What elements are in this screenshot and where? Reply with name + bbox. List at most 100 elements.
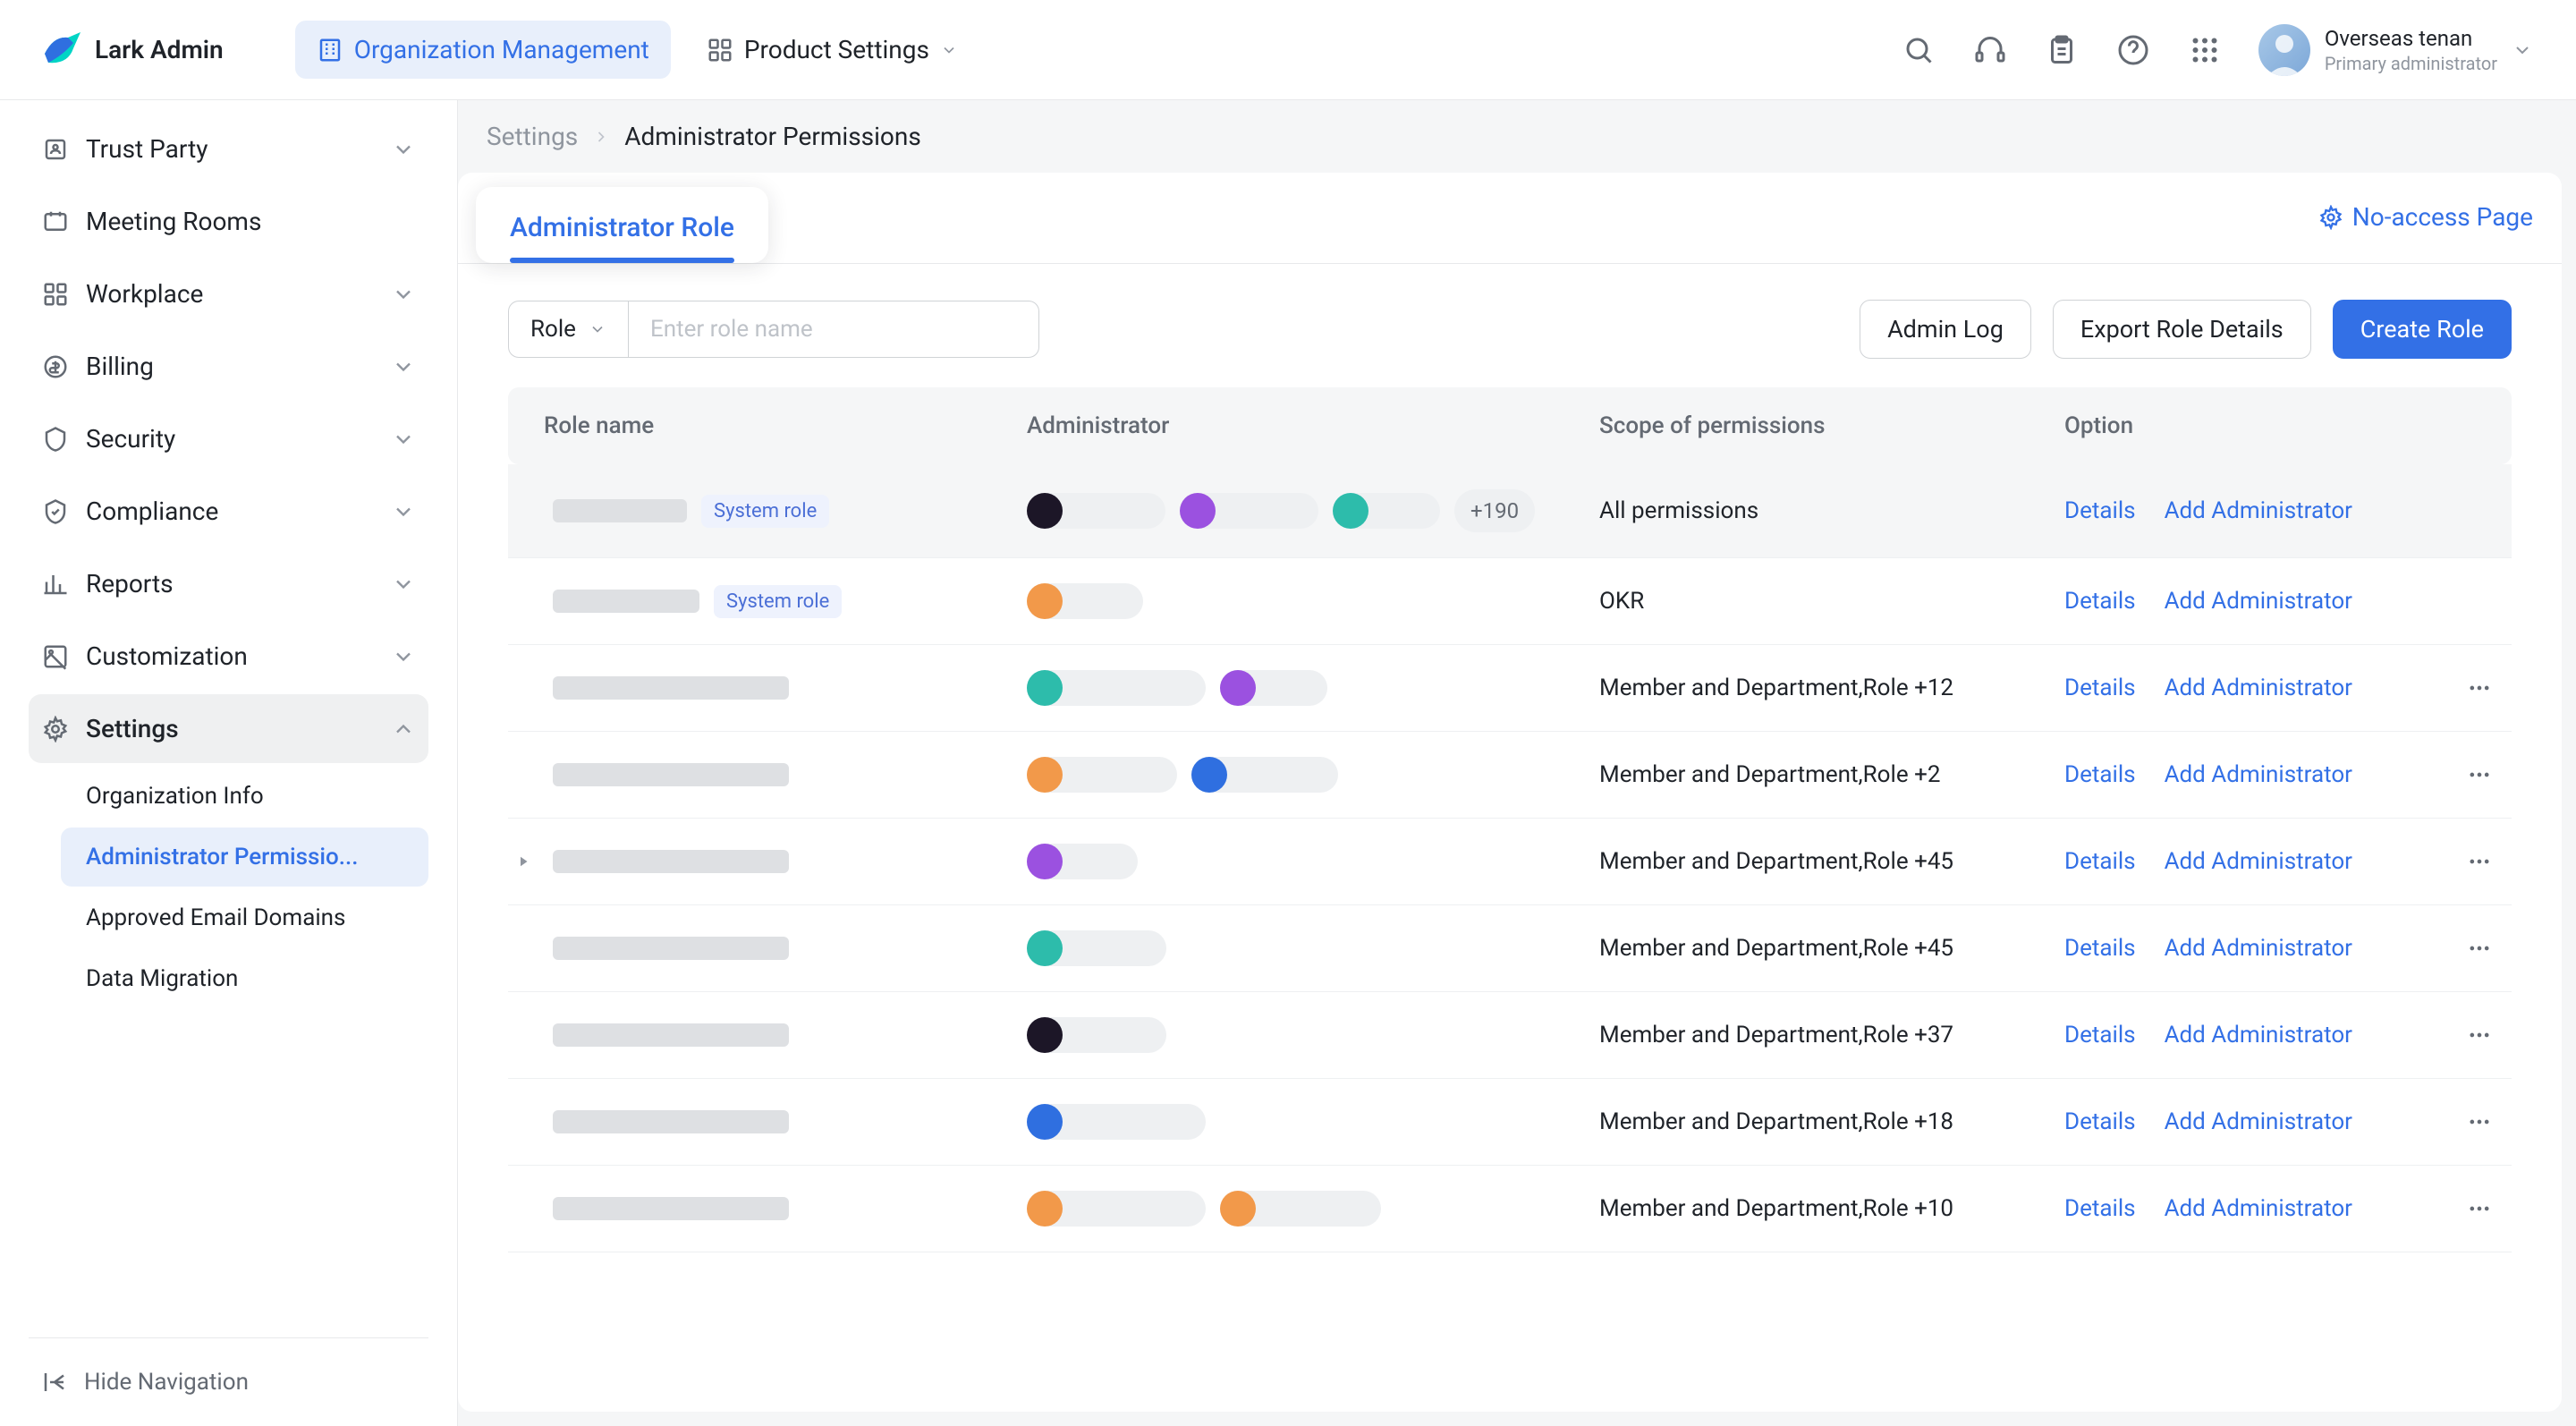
app-name: Lark Admin [95,35,224,64]
details-link[interactable]: Details [2064,1022,2136,1048]
table-row: System role OKR Details Add Administrato… [508,558,2512,645]
details-link[interactable]: Details [2064,935,2136,962]
admin-chip[interactable] [1027,1191,1206,1227]
chevron-down-icon [391,427,416,452]
tab-administrator-role[interactable]: Administrator Role [488,196,756,263]
main-content: Settings Administrator Permissions Admin… [458,100,2576,1426]
add-administrator-link[interactable]: Add Administrator [2165,761,2352,788]
table-row: Member and Department,Role +45 Details A… [508,819,2512,905]
expand-row-icon[interactable] [508,853,538,870]
details-link[interactable]: Details [2064,761,2136,788]
search-icon[interactable] [1901,32,1936,68]
sidebar-item-reports[interactable]: Reports [29,549,428,618]
admin-avatar [1027,583,1063,619]
admin-chip[interactable] [1027,757,1177,793]
role-name-placeholder [553,763,789,786]
admin-chip[interactable] [1027,583,1143,619]
hide-navigation-button[interactable]: Hide Navigation [29,1353,428,1412]
tab-product-settings[interactable]: Product Settings [685,21,979,79]
tab-org-management[interactable]: Organization Management [295,21,671,79]
admin-chip[interactable] [1333,493,1440,529]
admin-log-button[interactable]: Admin Log [1860,300,2031,359]
more-actions-icon[interactable] [2465,849,2494,874]
admin-chip[interactable] [1220,1191,1381,1227]
sidebar-item-workplace[interactable]: Workplace [29,259,428,328]
sidebar-item-trust-party[interactable]: Trust Party [29,115,428,183]
admin-chip[interactable] [1027,493,1165,529]
add-administrator-link[interactable]: Add Administrator [2165,675,2352,701]
sidebar-item-compliance[interactable]: Compliance [29,477,428,546]
admin-chip[interactable] [1027,670,1206,706]
more-actions-icon[interactable] [2465,1023,2494,1048]
more-actions-icon[interactable] [2465,762,2494,787]
admin-chip[interactable] [1027,1104,1206,1140]
more-actions-icon[interactable] [2465,1109,2494,1134]
add-administrator-link[interactable]: Add Administrator [2165,588,2352,615]
details-link[interactable]: Details [2064,675,2136,701]
admin-more-count[interactable]: +190 [1454,489,1535,532]
more-actions-icon[interactable] [2465,675,2494,700]
sidebar-sub-item[interactable]: Administrator Permissio... [61,828,428,887]
app-logo[interactable]: Lark Admin [41,29,224,72]
admin-chip[interactable] [1180,493,1318,529]
role-name-placeholder [553,850,789,873]
export-role-details-button[interactable]: Export Role Details [2053,300,2311,359]
user-name: Overseas tenan [2325,26,2497,51]
sidebar-item-meeting-rooms[interactable]: Meeting Rooms [29,187,428,256]
more-actions-icon[interactable] [2465,1196,2494,1221]
no-access-page-link[interactable]: No-access Page [2318,202,2533,248]
role-name-placeholder [553,937,789,960]
sidebar-item-label: Billing [86,352,375,381]
grid-icon [707,37,733,64]
admin-chip[interactable] [1027,844,1138,879]
system-role-badge: System role [714,585,842,618]
apps-icon[interactable] [2187,32,2223,68]
billing-icon [41,352,70,381]
chevron-down-icon [391,282,416,307]
details-link[interactable]: Details [2064,497,2136,524]
scope-cell: All permissions [1581,464,2046,558]
sidebar-sub-item[interactable]: Organization Info [61,767,428,826]
chevron-down-icon [940,41,958,59]
scope-cell: Member and Department,Role +2 [1581,732,2046,819]
sidebar-item-label: Trust Party [86,134,375,164]
details-link[interactable]: Details [2064,1108,2136,1135]
sidebar-item-billing[interactable]: Billing [29,332,428,401]
add-administrator-link[interactable]: Add Administrator [2165,1195,2352,1222]
admin-chip[interactable] [1220,670,1327,706]
details-link[interactable]: Details [2064,588,2136,615]
headset-icon[interactable] [1972,32,2008,68]
hide-nav-label: Hide Navigation [84,1369,249,1396]
add-administrator-link[interactable]: Add Administrator [2165,1022,2352,1048]
admin-chip[interactable] [1191,757,1338,793]
details-link[interactable]: Details [2064,848,2136,875]
admin-avatar [1027,493,1063,529]
add-administrator-link[interactable]: Add Administrator [2165,497,2352,524]
sidebar-item-customization[interactable]: Customization [29,622,428,691]
sidebar-item-settings[interactable]: Settings [29,694,428,763]
user-role: Primary administrator [2325,53,2497,74]
admin-chip[interactable] [1027,930,1166,966]
details-link[interactable]: Details [2064,1195,2136,1222]
add-administrator-link[interactable]: Add Administrator [2165,935,2352,962]
add-administrator-link[interactable]: Add Administrator [2165,1108,2352,1135]
user-menu[interactable]: Overseas tenan Primary administrator [2258,24,2533,76]
sidebar-sub-item[interactable]: Data Migration [61,949,428,1008]
more-actions-icon[interactable] [2465,936,2494,961]
role-filter-select[interactable]: Role [508,301,628,358]
table-row: Member and Department,Role +18 Details A… [508,1079,2512,1166]
sidebar-item-security[interactable]: Security [29,404,428,473]
chevron-up-icon [391,717,416,742]
admin-chip[interactable] [1027,1017,1166,1053]
breadcrumb-settings[interactable]: Settings [487,122,578,151]
add-administrator-link[interactable]: Add Administrator [2165,848,2352,875]
scope-cell: OKR [1581,558,2046,645]
compliance-icon [41,497,70,526]
sidebar-item-label: Meeting Rooms [86,207,416,236]
role-search-input[interactable] [628,301,1039,358]
clipboard-icon[interactable] [2044,32,2080,68]
sidebar-sub-item[interactable]: Approved Email Domains [61,888,428,947]
help-icon[interactable] [2115,32,2151,68]
create-role-button[interactable]: Create Role [2333,300,2512,359]
chevron-down-icon [391,499,416,524]
